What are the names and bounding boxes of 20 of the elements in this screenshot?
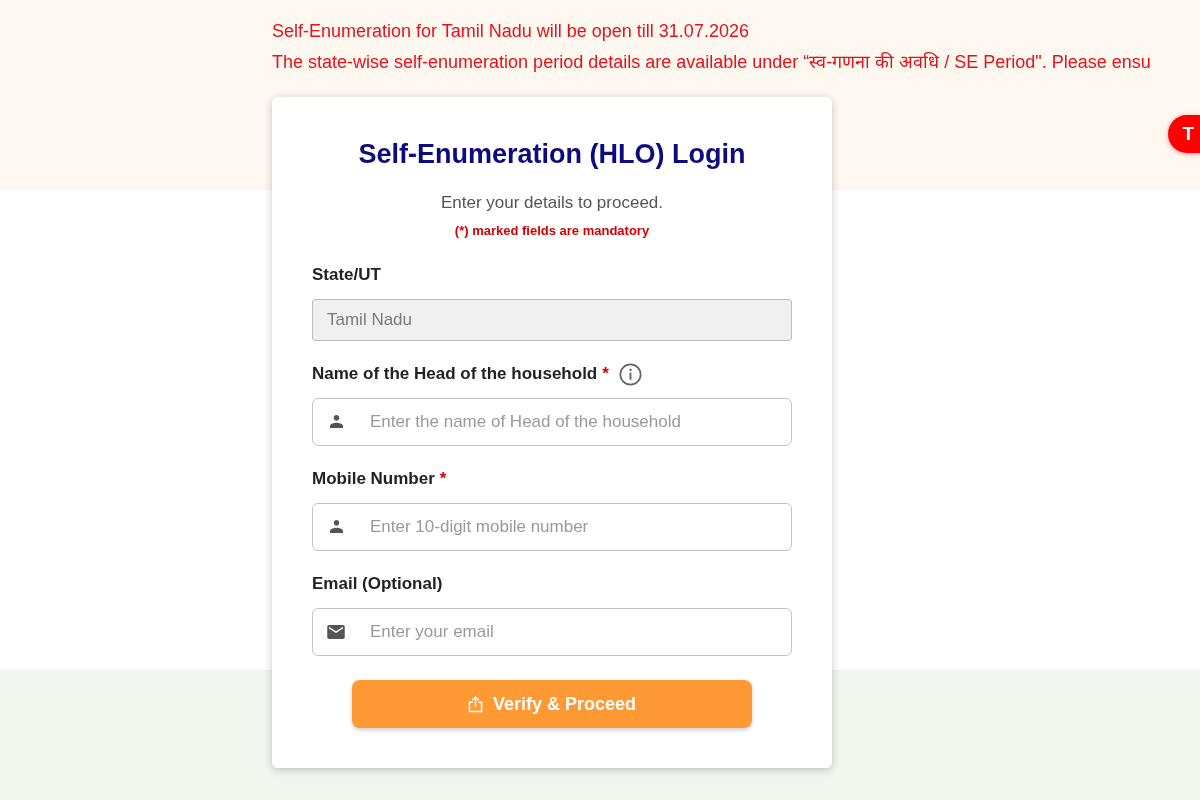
notice-text: Self-Enumeration for Tamil Nadu will be open till 31.07.2026 xyxy=(272,20,749,43)
share-icon xyxy=(467,695,483,713)
input-field[interactable]: Enter your email xyxy=(312,608,792,656)
field-label: Mobile Number xyxy=(312,468,435,490)
input-field[interactable]: Enter 10-digit mobile number xyxy=(312,503,792,551)
person-icon xyxy=(330,415,343,428)
required-mark: * xyxy=(439,468,447,490)
info-icon[interactable] xyxy=(618,362,642,386)
required-mark: * xyxy=(602,363,609,385)
notice-text: The state-wise self-enumeration period details are available under “स्व-गणना की अवधि / SE Period". Please ensu xyxy=(272,51,1151,74)
verify-proceed-button[interactable]: Verify & Proceed xyxy=(352,680,752,728)
login-title: Self-Enumeration (HLO) Login xyxy=(357,138,747,171)
field-label: Email (Optional) xyxy=(312,573,443,595)
field-label: State/UT xyxy=(312,264,381,286)
person-icon xyxy=(330,520,343,533)
field-label: Name of the Head of the household xyxy=(312,363,598,385)
side-tab-button[interactable]: T xyxy=(1168,115,1200,153)
subtitle-text: Enter your details to proceed. xyxy=(439,192,665,214)
mandatory-note: (*) marked fields are mandatory xyxy=(453,222,651,240)
input-field[interactable]: Enter the name of Head of the household xyxy=(312,398,792,446)
